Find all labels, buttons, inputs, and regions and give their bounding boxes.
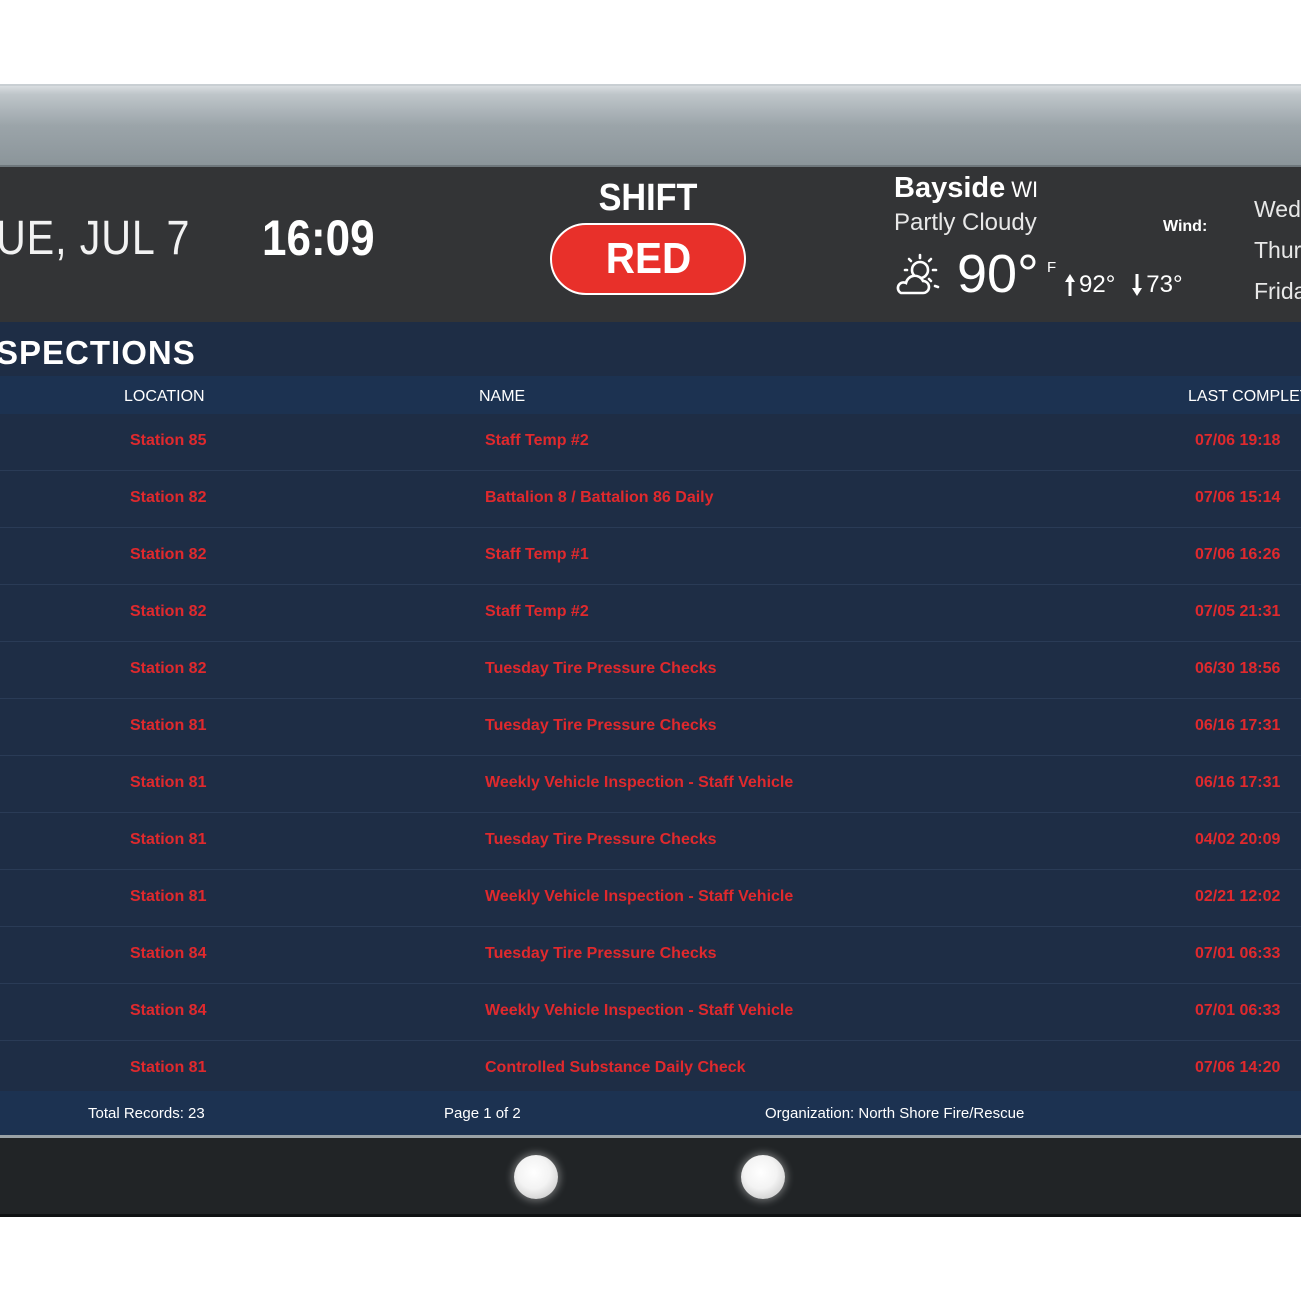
- inspections-board: SPECTIONS LOCATION NAME LAST COMPLETE St…: [0, 322, 1301, 1135]
- row-location: Station 81: [130, 888, 207, 905]
- row-location: Station 82: [130, 603, 207, 620]
- table-row: Station 81 Weekly Vehicle Inspection - S…: [0, 870, 1301, 927]
- row-location: Station 84: [130, 945, 207, 962]
- status-header: UE, JUL 7 16:09 SHIFT RED Bayside WI Part…: [0, 167, 1301, 322]
- row-name: Staff Temp #2: [485, 603, 589, 620]
- table-row: Station 82 Staff Temp #1 07/06 16:26: [0, 528, 1301, 585]
- column-header-location: LOCATION: [124, 388, 205, 405]
- forecast-day: Frida: [1254, 278, 1301, 304]
- row-last-completed: 07/01 06:33: [1195, 945, 1281, 962]
- row-location: Station 84: [130, 1002, 207, 1019]
- row-location: Station 82: [130, 489, 207, 506]
- row-name: Tuesday Tire Pressure Checks: [485, 945, 717, 962]
- organization-name: Organization: North Shore Fire/Rescue: [765, 1105, 1025, 1122]
- high-low-temperature: 92° 73°: [1064, 271, 1183, 299]
- row-name: Tuesday Tire Pressure Checks: [485, 831, 717, 848]
- weather-condition: Partly Cloudy: [894, 209, 1037, 236]
- forecast-day: Wedr: [1254, 196, 1301, 222]
- row-location: Station 81: [130, 774, 207, 791]
- current-temperature: 90°: [957, 244, 1039, 304]
- table-row: Station 81 Tuesday Tire Pressure Checks …: [0, 813, 1301, 870]
- row-last-completed: 02/21 12:02: [1195, 888, 1281, 905]
- high-temperature: 92°: [1079, 271, 1116, 298]
- row-location: Station 81: [130, 717, 207, 734]
- row-name: Weekly Vehicle Inspection - Staff Vehicl…: [485, 1002, 794, 1019]
- row-last-completed: 07/06 15:14: [1195, 489, 1281, 506]
- row-last-completed: 07/06 16:26: [1195, 546, 1281, 563]
- table-row: Station 82 Tuesday Tire Pressure Checks …: [0, 642, 1301, 699]
- row-name: Staff Temp #2: [485, 432, 589, 449]
- partly-cloudy-icon: [896, 253, 940, 295]
- row-location: Station 81: [130, 1059, 207, 1076]
- row-location: Station 85: [130, 432, 207, 449]
- row-last-completed: 06/16 17:31: [1195, 774, 1281, 791]
- table-row: Station 84 Tuesday Tire Pressure Checks …: [0, 927, 1301, 984]
- shift-label: SHIFT: [598, 177, 698, 219]
- row-location: Station 81: [130, 831, 207, 848]
- current-date: UE, JUL 7: [0, 212, 191, 265]
- temperature-unit: F: [1047, 259, 1057, 276]
- wind-label: Wind:: [1163, 218, 1208, 235]
- column-header-name: NAME: [479, 388, 526, 405]
- current-time: 16:09: [262, 210, 375, 266]
- total-records: Total Records: 23: [88, 1105, 205, 1122]
- table-row: Station 81 Tuesday Tire Pressure Checks …: [0, 699, 1301, 756]
- row-name: Weekly Vehicle Inspection - Staff Vehicl…: [485, 888, 794, 905]
- table-row: Station 84 Weekly Vehicle Inspection - S…: [0, 984, 1301, 1041]
- display-bezel-top: [0, 84, 1301, 167]
- row-location: Station 82: [130, 660, 207, 677]
- display-bezel-bottom: [0, 1135, 1301, 1217]
- row-last-completed: 06/16 17:31: [1195, 717, 1281, 734]
- row-last-completed: 07/06 14:20: [1195, 1059, 1281, 1076]
- row-last-completed: 07/05 21:31: [1195, 603, 1281, 620]
- table-row: Station 85 Staff Temp #2 07/06 19:18: [0, 414, 1301, 471]
- table-row: Station 81 Weekly Vehicle Inspection - S…: [0, 756, 1301, 813]
- forecast-list: Wedr Thurs Frida: [1254, 189, 1301, 312]
- table-row: Station 82 Battalion 8 / Battalion 86 Da…: [0, 471, 1301, 528]
- row-last-completed: 06/30 18:56: [1195, 660, 1281, 677]
- low-temperature: 73°: [1146, 271, 1183, 298]
- shift-value: RED: [605, 234, 691, 283]
- weather-location: Bayside WI: [894, 172, 1038, 205]
- arrow-down-icon: [1132, 274, 1143, 296]
- table-header: LOCATION NAME LAST COMPLETE: [0, 376, 1301, 414]
- weather-city: Bayside: [894, 172, 1006, 204]
- column-header-last-completed: LAST COMPLETE: [1188, 388, 1301, 405]
- row-last-completed: 07/01 06:33: [1195, 1002, 1281, 1019]
- row-name: Tuesday Tire Pressure Checks: [485, 717, 717, 734]
- indicator-light: [514, 1155, 558, 1199]
- arrow-up-icon: [1065, 274, 1075, 296]
- table-footer: Total Records: 23 Page 1 of 2 Organizati…: [0, 1091, 1301, 1135]
- row-name: Battalion 8 / Battalion 86 Daily: [485, 489, 714, 506]
- inspection-table-body: Station 85 Staff Temp #2 07/06 19:18 Sta…: [0, 414, 1301, 1098]
- page-indicator: Page 1 of 2: [444, 1105, 521, 1122]
- forecast-day: Thurs: [1254, 237, 1301, 263]
- row-location: Station 82: [130, 546, 207, 563]
- weather-state: WI: [1011, 177, 1039, 202]
- row-name: Controlled Substance Daily Check: [485, 1059, 746, 1076]
- table-row: Station 81 Controlled Substance Daily Ch…: [0, 1041, 1301, 1098]
- table-row: Station 82 Staff Temp #2 07/05 21:31: [0, 585, 1301, 642]
- indicator-light: [741, 1155, 785, 1199]
- row-name: Staff Temp #1: [485, 546, 589, 563]
- row-last-completed: 07/06 19:18: [1195, 432, 1281, 449]
- row-last-completed: 04/02 20:09: [1195, 831, 1281, 848]
- row-name: Weekly Vehicle Inspection - Staff Vehicl…: [485, 774, 794, 791]
- board-title: SPECTIONS: [0, 334, 196, 371]
- row-name: Tuesday Tire Pressure Checks: [485, 660, 717, 677]
- shift-badge: RED: [550, 223, 746, 295]
